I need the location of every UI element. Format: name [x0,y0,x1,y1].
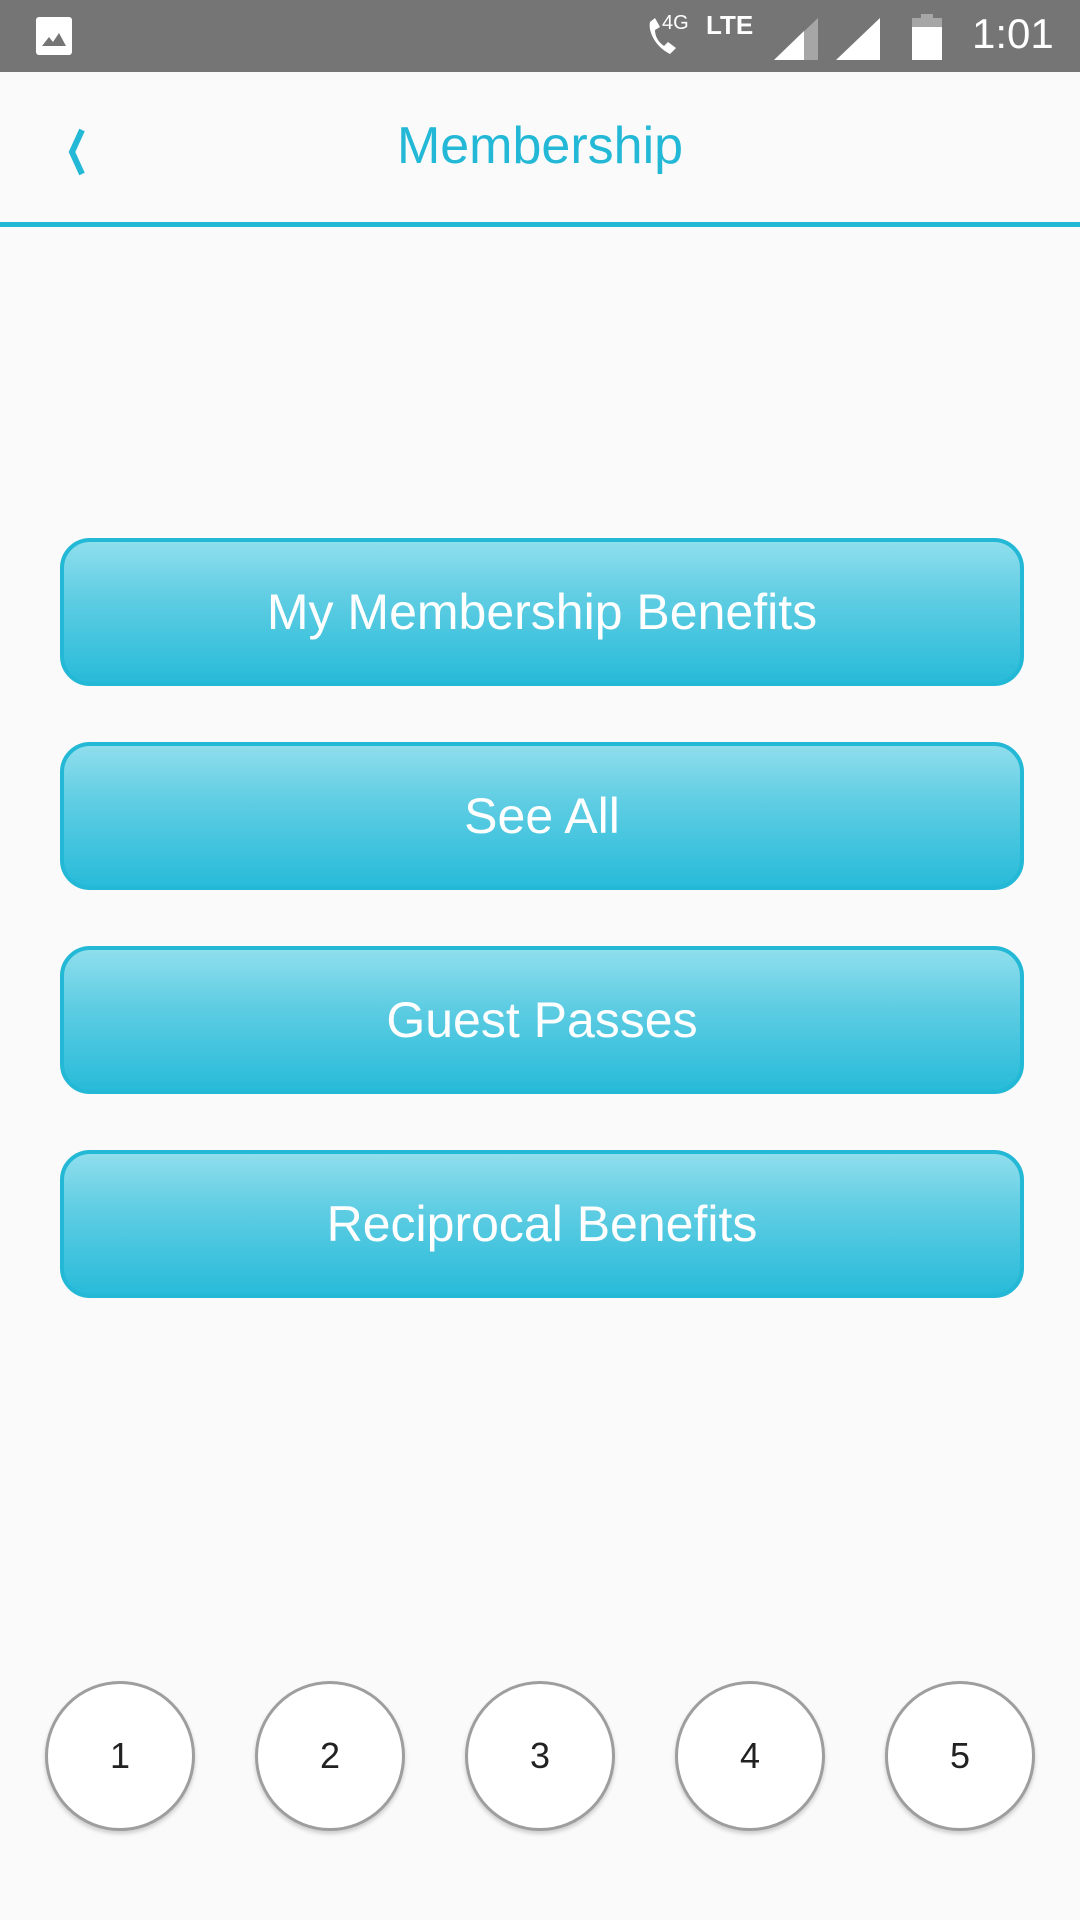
status-bar: 4G LTE 1:01 [0,0,1080,72]
gallery-icon [36,17,72,55]
page-button-4[interactable]: 4 [675,1681,825,1831]
network-lte-label: LTE [706,10,754,40]
page-button-1[interactable]: 1 [45,1681,195,1831]
page-button-5[interactable]: 5 [885,1681,1035,1831]
signal-icon [836,18,880,60]
clock: 1:01 [972,10,1054,57]
page-button-3[interactable]: 3 [465,1681,615,1831]
my-membership-benefits-button[interactable]: My Membership Benefits [60,538,1024,686]
guest-passes-button[interactable]: Guest Passes [60,946,1024,1094]
see-all-button[interactable]: See All [60,742,1024,890]
app-header: Membership [0,72,1080,227]
battery-icon [912,14,942,60]
reciprocal-benefits-button[interactable]: Reciprocal Benefits [60,1150,1024,1298]
signal-icon [774,18,818,60]
page-button-2[interactable]: 2 [255,1681,405,1831]
page-title: Membership [396,117,684,175]
network-4g-label: 4G [662,12,689,34]
